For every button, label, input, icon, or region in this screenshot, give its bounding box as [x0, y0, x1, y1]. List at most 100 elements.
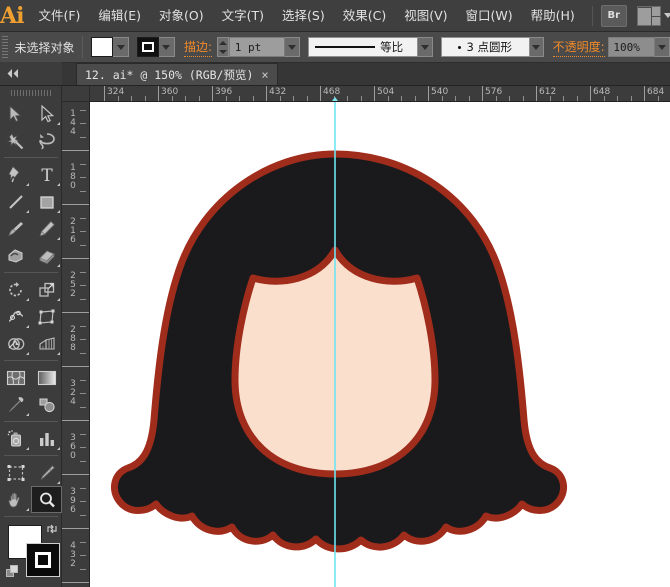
tool-divider-3 [4, 360, 58, 361]
pencil-tool[interactable] [31, 215, 62, 242]
cartoon-girl-face-illustration[interactable] [90, 102, 670, 587]
menu-help[interactable]: 帮助(H) [522, 4, 584, 28]
stroke-weight-dropdown-button[interactable] [285, 37, 300, 57]
ruler-label: 252 [68, 272, 78, 299]
pen-tool[interactable] [0, 161, 31, 188]
toolbox-panel: T [0, 86, 62, 587]
free-transform-tool[interactable] [31, 303, 62, 330]
perspective-grid-tool[interactable] [31, 330, 62, 357]
magic-wand-tool[interactable] [0, 127, 31, 154]
ruler-tick-minor [80, 569, 86, 570]
ruler-label: 612 [536, 87, 556, 97]
fill-swatch-group[interactable] [91, 37, 129, 57]
close-icon[interactable]: × [261, 68, 268, 82]
ruler-label: 540 [428, 87, 448, 97]
ruler-cursor-indicator [332, 97, 338, 101]
ruler-tick-minor [80, 515, 86, 516]
column-graph-tool[interactable] [31, 425, 62, 452]
swap-fill-stroke-icon[interactable] [46, 523, 58, 535]
workspace-switcher-button[interactable] [637, 6, 670, 26]
slice-tool[interactable] [31, 459, 62, 486]
blend-tool[interactable] [31, 391, 62, 418]
ruler-tick-minor [80, 555, 86, 556]
menu-bar: Ai 文件(F) 编辑(E) 对象(O) 文字(T) 选择(S) 效果(C) 视… [0, 0, 670, 32]
fill-swatch[interactable] [91, 37, 113, 57]
menu-window[interactable]: 窗口(W) [457, 4, 522, 28]
tool-divider-2 [4, 272, 58, 273]
ruler-tick-minor [80, 461, 86, 462]
brush-preview-icon [458, 46, 461, 49]
rectangle-tool[interactable] [31, 188, 62, 215]
stroke-color-swatch[interactable] [26, 543, 60, 577]
opacity-input[interactable]: 100% [608, 37, 655, 57]
line-segment-tool[interactable] [0, 188, 31, 215]
ruler-tick-minor [80, 272, 86, 273]
ruler-tick-minor [80, 393, 86, 394]
stroke-profile-select[interactable]: 等比 [308, 37, 418, 57]
eyedropper-tool[interactable] [0, 391, 31, 418]
ruler-label: 144 [68, 110, 78, 137]
menu-object[interactable]: 对象(O) [150, 4, 213, 28]
menu-edit[interactable]: 编辑(E) [89, 4, 150, 28]
illustrator-window: Ai 文件(F) 编辑(E) 对象(O) 文字(T) 选择(S) 效果(C) 视… [0, 0, 670, 587]
toolbox-drag-handle[interactable] [0, 86, 61, 100]
menu-file[interactable]: 文件(F) [29, 4, 89, 28]
fill-stroke-widget [0, 521, 62, 587]
tool-divider-1 [4, 157, 58, 158]
control-bar-grip[interactable] [2, 36, 8, 58]
zoom-tool[interactable] [31, 486, 62, 513]
panel-collapse-button[interactable] [0, 62, 62, 85]
artboard-canvas[interactable] [90, 102, 670, 587]
scale-tool[interactable] [31, 276, 62, 303]
menu-effect[interactable]: 效果(C) [334, 4, 395, 28]
stroke-profile-dropdown-button[interactable] [418, 37, 433, 57]
artboard-tool[interactable] [0, 459, 31, 486]
brush-definition-select[interactable]: 3 点圆形 [441, 37, 530, 57]
document-tab[interactable]: 12. ai* @ 150% (RGB/预览) × [76, 63, 278, 85]
ruler-label: 504 [374, 87, 394, 97]
stroke-weight-input[interactable]: 1 pt [229, 37, 285, 57]
shape-builder-tool[interactable] [0, 330, 31, 357]
ruler-label: 396 [212, 87, 232, 97]
brush-definition-dropdown-button[interactable] [530, 37, 545, 57]
horizontal-ruler[interactable]: 324360396432468504540576612648684 [90, 86, 670, 102]
menu-select[interactable]: 选择(S) [273, 4, 334, 28]
symbol-sprayer-tool[interactable] [0, 425, 31, 452]
ruler-corner[interactable] [62, 86, 90, 102]
selection-tool[interactable] [0, 100, 31, 127]
ruler-label: 396 [68, 488, 78, 515]
default-fill-stroke-icon[interactable] [6, 565, 20, 579]
ruler-tick-major [62, 204, 90, 205]
ruler-tick-major [62, 150, 90, 151]
bridge-button[interactable]: Br [601, 5, 627, 27]
ruler-tick-minor [80, 245, 86, 246]
type-tool[interactable]: T [31, 161, 62, 188]
menu-type[interactable]: 文字(T) [213, 4, 273, 28]
fill-dropdown-button[interactable] [113, 37, 129, 57]
document-tab-bar: 12. ai* @ 150% (RGB/预览) × [0, 63, 670, 86]
double-chevron-left-icon [6, 69, 20, 78]
direct-selection-tool[interactable] [31, 100, 62, 127]
opacity-dropdown-button[interactable] [655, 37, 670, 57]
stroke-panel-link[interactable]: 描边: [184, 38, 212, 57]
stroke-swatch-group[interactable] [137, 37, 175, 57]
blob-brush-tool[interactable] [0, 242, 31, 269]
gradient-tool[interactable] [31, 364, 62, 391]
ruler-tick-major [62, 258, 90, 259]
vertical-ruler[interactable]: 144180216252288324360396432468 [62, 102, 90, 587]
paintbrush-tool[interactable] [0, 215, 31, 242]
stroke-weight-stepper[interactable] [217, 37, 229, 57]
stroke-dropdown-button[interactable] [159, 37, 175, 57]
ruler-label: 684 [644, 87, 664, 97]
lasso-tool[interactable] [31, 127, 62, 154]
eraser-tool[interactable] [31, 242, 62, 269]
stroke-swatch[interactable] [137, 37, 159, 57]
menu-view[interactable]: 视图(V) [395, 4, 456, 28]
hand-tool[interactable] [0, 486, 31, 513]
width-tool[interactable] [0, 303, 31, 330]
menu-items: 文件(F) 编辑(E) 对象(O) 文字(T) 选择(S) 效果(C) 视图(V… [29, 0, 583, 32]
mesh-tool[interactable] [0, 364, 31, 391]
rotate-tool[interactable] [0, 276, 31, 303]
opacity-panel-link[interactable]: 不透明度: [553, 38, 605, 57]
ruler-tick-minor [80, 326, 86, 327]
